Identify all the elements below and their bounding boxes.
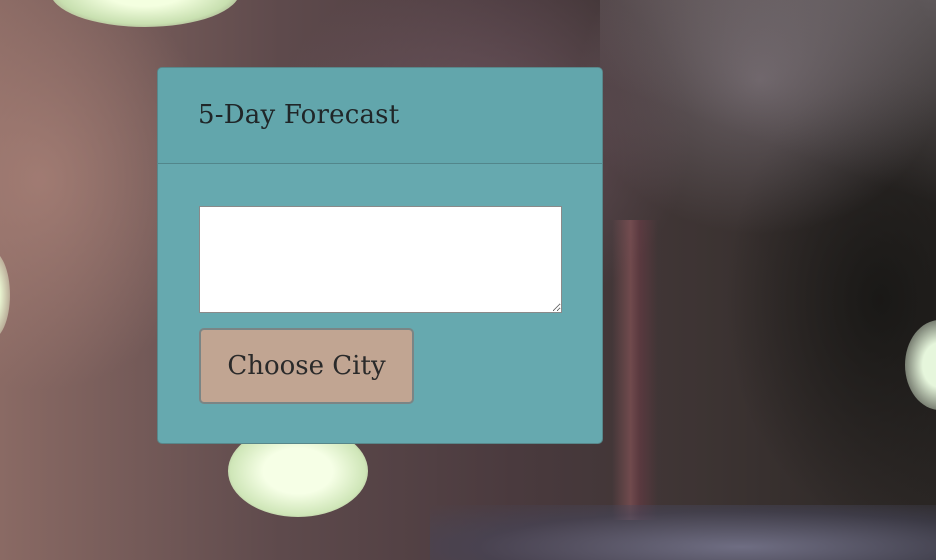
bokeh-light-right xyxy=(905,320,936,410)
panel-title: 5-Day Forecast xyxy=(198,100,400,130)
light-beam xyxy=(600,0,936,220)
background-post xyxy=(612,220,658,520)
bokeh-light-left xyxy=(0,250,10,340)
forecast-panel: 5-Day Forecast Choose City xyxy=(157,67,603,444)
bokeh-light-top xyxy=(50,0,240,27)
panel-body: Choose City xyxy=(158,164,602,404)
panel-header: 5-Day Forecast xyxy=(158,68,602,164)
background-ground xyxy=(430,505,936,560)
choose-city-button[interactable]: Choose City xyxy=(199,328,414,404)
city-input[interactable] xyxy=(199,206,562,313)
